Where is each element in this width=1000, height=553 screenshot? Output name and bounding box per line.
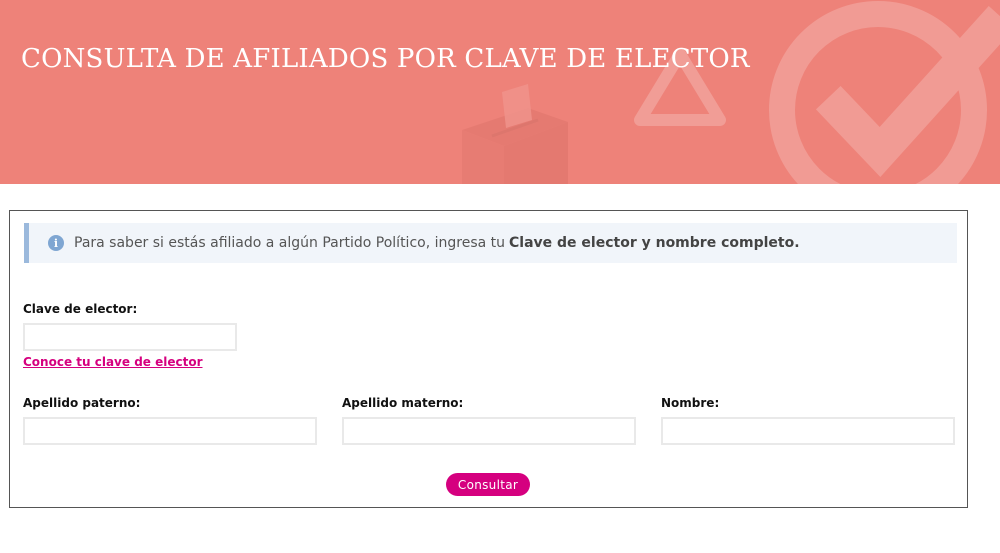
header-banner: CONSULTA DE AFILIADOS POR CLAVE DE ELECT… [0,0,1000,184]
info-circle-icon: i [48,235,64,251]
check-circle-icon [769,1,1000,184]
info-alert: i Para saber si estás afiliado a algún P… [24,223,957,263]
conoce-clave-link[interactable]: Conoce tu clave de elector [23,355,203,369]
page-title: CONSULTA DE AFILIADOS POR CLAVE DE ELECT… [21,44,750,74]
info-bold-text: Clave de elector y nombre completo. [509,235,800,251]
info-text: Para saber si estás afiliado a algún Par… [74,235,506,251]
banner-decoration [462,1,1000,184]
apellido-materno-label: Apellido materno: [342,396,464,410]
ballot-box-icon [462,84,568,184]
clave-elector-input[interactable] [23,323,237,351]
clave-elector-label: Clave de elector: [23,302,138,316]
apellido-paterno-input[interactable] [23,417,317,445]
nombre-input[interactable] [661,417,955,445]
nombre-label: Nombre: [661,396,720,410]
apellido-materno-input[interactable] [342,417,636,445]
apellido-paterno-label: Apellido paterno: [23,396,141,410]
consultar-button[interactable]: Consultar [446,473,530,496]
search-form-panel: i Para saber si estás afiliado a algún P… [9,210,968,508]
